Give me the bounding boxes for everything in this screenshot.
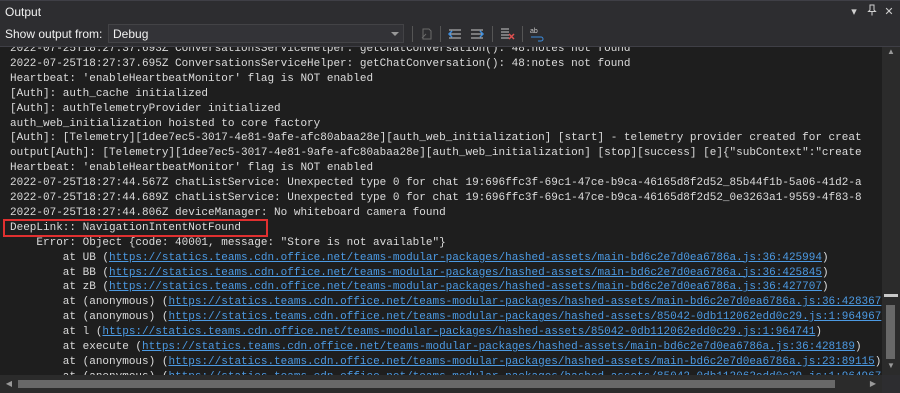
stack-frame-link[interactable]: https://statics.teams.cdn.office.net/tea…	[109, 267, 822, 279]
stack-frame-suffix: )	[821, 251, 829, 264]
stack-frame-suffix: )	[815, 326, 822, 339]
output-line: [Auth]: [Telemetry][1dee7ec5-3017-4e81-9…	[10, 131, 862, 146]
svg-text:ab: ab	[530, 28, 538, 35]
output-line: output[Auth]: [Telemetry][1dee7ec5-3017-…	[10, 146, 862, 161]
output-line-text: [Auth]: auth_cache initialized	[10, 87, 209, 100]
output-line: at BB (https://statics.teams.cdn.office.…	[10, 266, 829, 281]
scroll-down-icon[interactable]: ▼	[882, 361, 900, 375]
stack-frame-link[interactable]: https://statics.teams.cdn.office.net/tea…	[168, 311, 881, 323]
toolbar-separator	[412, 26, 413, 42]
stack-frame-prefix: at execute (	[10, 341, 143, 353]
stack-frame-link[interactable]: https://statics.teams.cdn.office.net/tea…	[168, 296, 881, 308]
stack-frame-prefix: at (anonymous) (	[10, 311, 169, 324]
output-line: DeepLink:: NavigationIntentNotFound	[10, 221, 241, 236]
output-source-value: Debug	[113, 27, 149, 41]
output-line: 2022-07-25T18:27:37.693Z ConversationsSe…	[10, 47, 631, 57]
go-to-previous-message-icon[interactable]	[446, 25, 464, 43]
pin-icon[interactable]	[864, 4, 880, 20]
stack-frame-suffix: )	[854, 341, 862, 353]
stack-frame-prefix: at l (	[10, 326, 103, 339]
scrollbar-corner	[882, 375, 900, 393]
output-line: 2022-07-25T18:27:37.695Z ConversationsSe…	[10, 57, 631, 72]
output-line-text: Heartbeat: 'enableHeartbeatMonitor' flag…	[10, 162, 374, 175]
output-line-text: 2022-07-25T18:27:44.567Z chatListService…	[10, 177, 862, 190]
output-line-text: 2022-07-25T18:27:37.693Z ConversationsSe…	[10, 47, 631, 55]
output-line-text: [Auth]: authTelemetryProvider initialize…	[10, 102, 281, 115]
output-line: [Auth]: auth_cache initialized	[10, 87, 208, 102]
scroll-left-icon[interactable]: ◀	[2, 377, 16, 391]
stack-frame-suffix: )	[874, 355, 882, 368]
horizontal-scrollbar[interactable]: ◀ ▶	[0, 375, 882, 393]
stack-frame-prefix: at BB (	[10, 266, 110, 279]
stack-frame-link[interactable]: https://statics.teams.cdn.office.net/tea…	[109, 252, 822, 264]
output-line: Heartbeat: 'enableHeartbeatMonitor' flag…	[10, 161, 373, 176]
output-line-text: Heartbeat: 'enableHeartbeatMonitor' flag…	[10, 72, 374, 85]
clear-all-icon[interactable]	[498, 25, 516, 43]
stack-frame-suffix: )	[821, 266, 829, 279]
horizontal-scroll-thumb[interactable]	[18, 380, 835, 388]
show-output-label: Show output from:	[5, 27, 103, 41]
output-line-text: output[Auth]: [Telemetry][1dee7ec5-3017-…	[10, 147, 862, 160]
stack-frame-link[interactable]: https://statics.teams.cdn.office.net/tea…	[142, 341, 855, 353]
output-line: Error: Object {code: 40001, message: "St…	[10, 236, 446, 251]
stack-frame-prefix: at UB (	[10, 251, 110, 264]
output-line: Heartbeat: 'enableHeartbeatMonitor' flag…	[10, 72, 373, 87]
output-line-text: 2022-07-25T18:27:44.806Z deviceManager: …	[10, 206, 446, 219]
scroll-position-marker	[884, 294, 898, 297]
output-line: 2022-07-25T18:27:44.689Z chatListService…	[10, 191, 862, 206]
toggle-word-wrap-icon[interactable]: ab	[528, 25, 546, 43]
output-line-text: [Auth]: [Telemetry][1dee7ec5-3017-4e81-9…	[10, 132, 862, 145]
output-source-select[interactable]: Debug	[108, 24, 404, 43]
chevron-down-icon	[391, 32, 399, 36]
output-line-text: auth_web_initialization hoisted to core …	[10, 117, 321, 130]
output-line: at (anonymous) (https://statics.teams.cd…	[10, 355, 882, 370]
output-line: at l (https://statics.teams.cdn.office.n…	[10, 325, 822, 340]
output-line-text: 2022-07-25T18:27:44.689Z chatListService…	[10, 192, 862, 204]
toolbar-separator	[492, 26, 493, 42]
output-line-text: DeepLink:: NavigationIntentNotFound	[10, 221, 242, 234]
find-message-in-code-icon[interactable]	[418, 25, 436, 43]
toolbar-separator	[522, 26, 523, 42]
scroll-right-icon[interactable]: ▶	[866, 377, 880, 391]
stack-frame-prefix: at (anonymous) (	[10, 296, 169, 309]
output-line: [Auth]: authTelemetryProvider initialize…	[10, 102, 281, 117]
vertical-scroll-thumb[interactable]	[886, 305, 895, 359]
stack-frame-link[interactable]: https://statics.teams.cdn.office.net/tea…	[102, 326, 815, 338]
output-line: at (anonymous) (https://statics.teams.cd…	[10, 310, 882, 325]
output-line: at (anonymous) (https://statics.teams.cd…	[10, 295, 882, 310]
output-line: 2022-07-25T18:27:44.567Z chatListService…	[10, 176, 862, 191]
vertical-scrollbar[interactable]: ▲ ▼	[882, 47, 900, 375]
output-text-area[interactable]: 2022-07-25T18:27:37.693Z ConversationsSe…	[0, 47, 882, 375]
window-options-icon[interactable]: ▾	[846, 4, 862, 20]
stack-frame-link[interactable]: https://statics.teams.cdn.office.net/tea…	[168, 356, 874, 368]
stack-frame-suffix: )	[821, 281, 829, 294]
output-line: auth_web_initialization hoisted to core …	[10, 117, 320, 132]
output-line: at UB (https://statics.teams.cdn.office.…	[10, 251, 829, 266]
output-panel-titlebar: Output ▾ ✕	[0, 0, 900, 23]
scroll-up-icon[interactable]: ▲	[882, 47, 900, 61]
output-toolbar: Show output from: Debug ab	[0, 22, 900, 47]
panel-title: Output	[5, 5, 42, 19]
go-to-next-message-icon[interactable]	[468, 25, 486, 43]
output-line-text: 2022-07-25T18:27:37.695Z ConversationsSe…	[10, 57, 631, 70]
toolbar-separator	[440, 26, 441, 42]
close-icon[interactable]: ✕	[881, 4, 897, 20]
output-line: 2022-07-25T18:27:44.806Z deviceManager: …	[10, 206, 446, 221]
output-line-text: Error: Object {code: 40001, message: "St…	[10, 236, 446, 249]
stack-frame-prefix: at zB (	[10, 281, 110, 294]
output-line: at execute (https://statics.teams.cdn.of…	[10, 340, 862, 355]
stack-frame-prefix: at (anonymous) (	[10, 355, 169, 368]
stack-frame-link[interactable]: https://statics.teams.cdn.office.net/tea…	[109, 281, 822, 293]
output-line: at zB (https://statics.teams.cdn.office.…	[10, 280, 829, 295]
